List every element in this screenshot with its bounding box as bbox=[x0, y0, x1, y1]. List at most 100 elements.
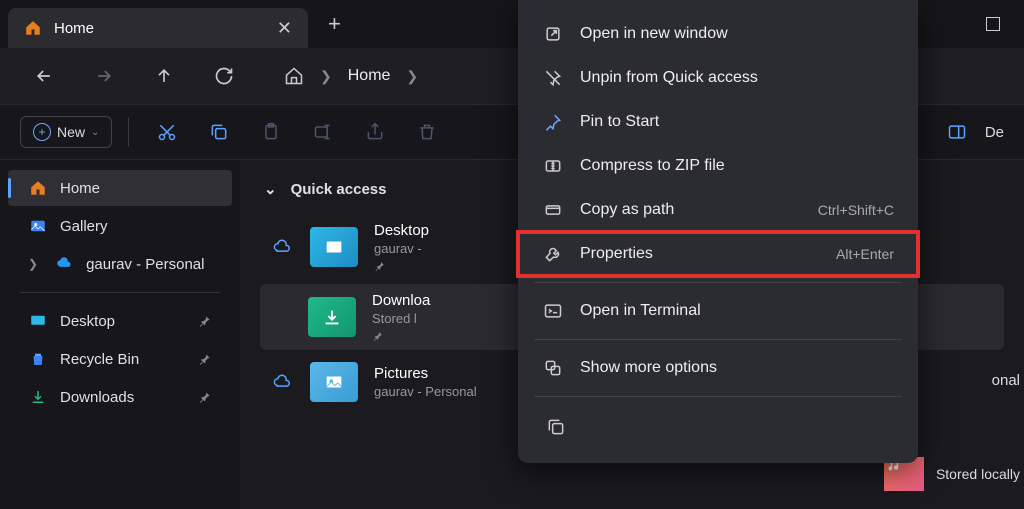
new-button[interactable]: + New ⌄ bbox=[20, 116, 112, 148]
folder-icon bbox=[310, 362, 358, 402]
sidebar-label: Home bbox=[60, 180, 100, 197]
separator bbox=[534, 282, 902, 283]
cloud-icon bbox=[272, 237, 294, 257]
share-button[interactable] bbox=[353, 110, 397, 154]
tab-home[interactable]: Home ✕ bbox=[8, 8, 308, 48]
separator bbox=[128, 118, 129, 146]
cm-unpin[interactable]: Unpin from Quick access bbox=[518, 56, 918, 100]
separator bbox=[534, 396, 902, 397]
sidebar-label: Downloads bbox=[60, 389, 134, 406]
wrench-icon bbox=[542, 243, 564, 265]
pin-icon bbox=[374, 260, 429, 272]
zip-icon bbox=[542, 155, 564, 177]
cm-open-new-window[interactable]: Open in new window bbox=[518, 12, 918, 56]
new-tab-button[interactable]: + bbox=[328, 11, 341, 37]
item-subtext: gaurav - bbox=[374, 241, 429, 256]
cm-label: Copy as path bbox=[580, 201, 802, 219]
preview-pane-button[interactable] bbox=[935, 110, 979, 154]
window-controls bbox=[986, 17, 1016, 31]
separator bbox=[534, 339, 902, 340]
paste-button[interactable] bbox=[249, 110, 293, 154]
cm-copy-path[interactable]: Copy as path Ctrl+Shift+C bbox=[518, 188, 918, 232]
sidebar-label: Desktop bbox=[60, 313, 115, 330]
forward-button[interactable] bbox=[84, 56, 124, 96]
home-icon bbox=[28, 178, 48, 198]
cloud-icon bbox=[272, 372, 294, 392]
cm-bottom-toolbar bbox=[518, 403, 918, 451]
folder-icon bbox=[310, 227, 358, 267]
chevron-down-icon: ⌄ bbox=[91, 127, 99, 138]
sidebar-item-home[interactable]: Home bbox=[8, 170, 232, 206]
pin-icon bbox=[198, 390, 212, 404]
cm-label: Open in Terminal bbox=[580, 302, 894, 320]
copy-button[interactable] bbox=[197, 110, 241, 154]
maximize-button[interactable] bbox=[986, 17, 1000, 31]
chevron-right-icon: ❯ bbox=[320, 68, 332, 85]
home-icon bbox=[24, 19, 42, 37]
cm-terminal[interactable]: Open in Terminal bbox=[518, 289, 918, 333]
section-title: Quick access bbox=[291, 181, 387, 198]
pin-icon bbox=[542, 111, 564, 133]
cut-button[interactable] bbox=[145, 110, 189, 154]
copy-path-icon bbox=[542, 199, 564, 221]
close-tab-button[interactable]: ✕ bbox=[277, 18, 292, 39]
rename-button[interactable] bbox=[301, 110, 345, 154]
home-icon bbox=[284, 66, 304, 86]
new-label: New bbox=[57, 124, 85, 140]
cm-label: Show more options bbox=[580, 359, 894, 377]
details-label-fragment: De bbox=[985, 124, 1004, 141]
cm-properties[interactable]: Properties Alt+Enter bbox=[518, 232, 918, 276]
sidebar-label: gaurav - Personal bbox=[86, 256, 204, 273]
cm-pin-start[interactable]: Pin to Start bbox=[518, 100, 918, 144]
gallery-icon bbox=[28, 216, 48, 236]
context-menu: Open in new window Unpin from Quick acce… bbox=[518, 0, 918, 463]
item-name: Pictures bbox=[374, 365, 477, 382]
separator bbox=[20, 292, 220, 293]
sidebar-item-downloads[interactable]: Downloads bbox=[8, 379, 232, 415]
item-subtext: Stored locally bbox=[936, 466, 1020, 482]
breadcrumb-segment[interactable]: Home bbox=[348, 67, 391, 85]
pin-icon bbox=[198, 352, 212, 366]
chevron-right-icon[interactable]: ❯ bbox=[28, 257, 38, 271]
tab-title: Home bbox=[54, 20, 265, 37]
cm-compress[interactable]: Compress to ZIP file bbox=[518, 144, 918, 188]
item-subtext: Stored l bbox=[372, 311, 430, 326]
sidebar: Home Gallery ❯ gaurav - Personal Desktop bbox=[0, 160, 240, 509]
recycle-icon bbox=[28, 349, 48, 369]
cm-shortcut: Alt+Enter bbox=[836, 246, 894, 262]
sidebar-item-gallery[interactable]: Gallery bbox=[8, 208, 232, 244]
sidebar-item-desktop[interactable]: Desktop bbox=[8, 303, 232, 339]
back-button[interactable] bbox=[24, 56, 64, 96]
downloads-icon bbox=[28, 387, 48, 407]
item-subtext: gaurav - Personal bbox=[374, 384, 477, 399]
item-name: Downloa bbox=[372, 292, 430, 309]
cm-label: Open in new window bbox=[580, 25, 894, 43]
open-window-icon bbox=[542, 23, 564, 45]
cm-shortcut: Ctrl+Shift+C bbox=[818, 202, 894, 218]
refresh-button[interactable] bbox=[204, 56, 244, 96]
more-icon bbox=[542, 357, 564, 379]
folder-icon bbox=[308, 297, 356, 337]
sidebar-label: Gallery bbox=[60, 218, 108, 235]
onedrive-icon bbox=[54, 254, 74, 274]
sidebar-label: Recycle Bin bbox=[60, 351, 139, 368]
up-button[interactable] bbox=[144, 56, 184, 96]
cm-label: Properties bbox=[580, 245, 820, 263]
breadcrumb[interactable]: ❯ Home ❯ bbox=[264, 66, 418, 86]
plus-icon: + bbox=[33, 123, 51, 141]
copy-icon[interactable] bbox=[542, 413, 570, 441]
pin-icon bbox=[198, 314, 212, 328]
cm-more-options[interactable]: Show more options bbox=[518, 346, 918, 390]
cm-label: Unpin from Quick access bbox=[580, 69, 894, 87]
terminal-icon bbox=[542, 300, 564, 322]
cm-label: Pin to Start bbox=[580, 113, 894, 131]
item-name: Desktop bbox=[374, 222, 429, 239]
desktop-icon bbox=[28, 311, 48, 331]
sidebar-item-onedrive[interactable]: ❯ gaurav - Personal bbox=[8, 246, 232, 282]
sidebar-item-recycle[interactable]: Recycle Bin bbox=[8, 341, 232, 377]
unpin-icon bbox=[542, 67, 564, 89]
pin-icon bbox=[372, 330, 430, 342]
cm-label: Compress to ZIP file bbox=[580, 157, 894, 175]
delete-button[interactable] bbox=[405, 110, 449, 154]
chevron-down-icon: ⌄ bbox=[264, 180, 277, 198]
